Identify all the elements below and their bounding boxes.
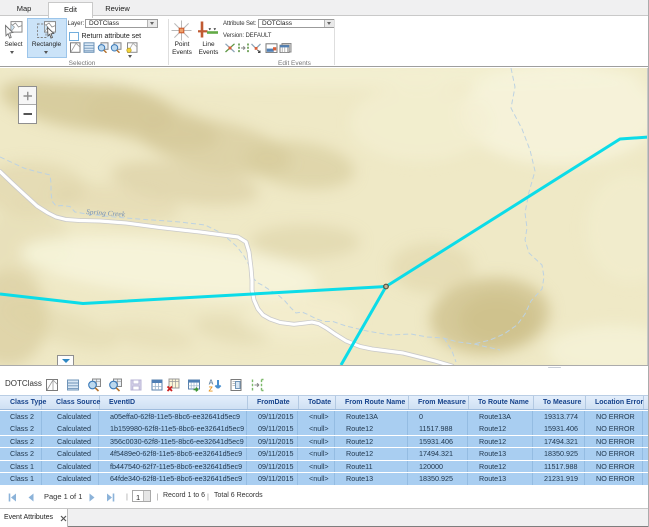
svg-text:Z: Z <box>209 387 214 393</box>
svg-text:A: A <box>209 380 214 387</box>
